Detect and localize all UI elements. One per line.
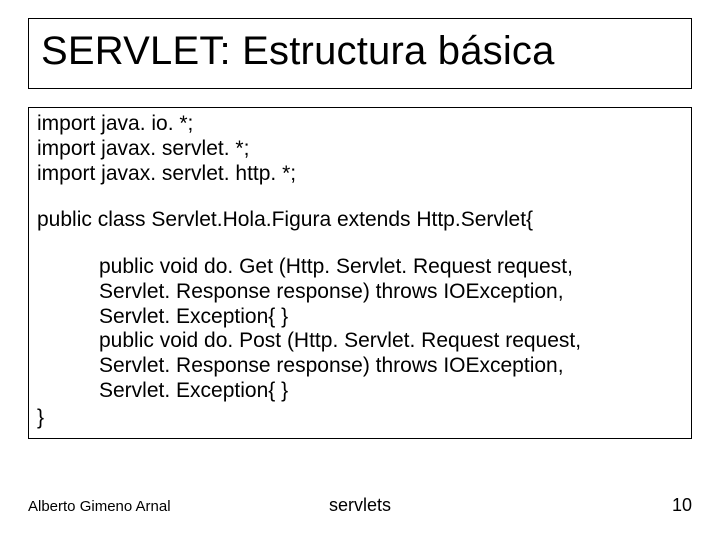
code-line: public void do. Get (Http. Servlet. Requ…	[99, 255, 683, 280]
code-line: public void do. Post (Http. Servlet. Req…	[99, 329, 683, 354]
imports-block: import java. io. *; import javax. servle…	[37, 112, 683, 186]
code-line: import javax. servlet. *;	[37, 137, 683, 162]
methods-block: public void do. Get (Http. Servlet. Requ…	[37, 255, 683, 404]
code-frame: import java. io. *; import javax. servle…	[28, 107, 692, 439]
title-frame: SERVLET: Estructura básica	[28, 18, 692, 89]
class-declaration: public class Servlet.Hola.Figura extends…	[37, 208, 683, 233]
code-line: import javax. servlet. http. *;	[37, 162, 683, 187]
code-line: }	[37, 406, 683, 431]
footer-author: Alberto Gimeno Arnal	[28, 498, 171, 515]
code-line: Servlet. Response response) throws IOExc…	[99, 354, 683, 379]
footer-subject: servlets	[329, 495, 391, 516]
code-line: Servlet. Exception{ }	[99, 305, 683, 330]
slide-footer: Alberto Gimeno Arnal servlets 10	[28, 495, 692, 516]
slide-title: SERVLET: Estructura básica	[41, 29, 679, 74]
code-line: Servlet. Exception{ }	[99, 379, 683, 404]
code-line: import java. io. *;	[37, 112, 683, 137]
footer-page-number: 10	[672, 495, 692, 516]
code-line: Servlet. Response response) throws IOExc…	[99, 280, 683, 305]
